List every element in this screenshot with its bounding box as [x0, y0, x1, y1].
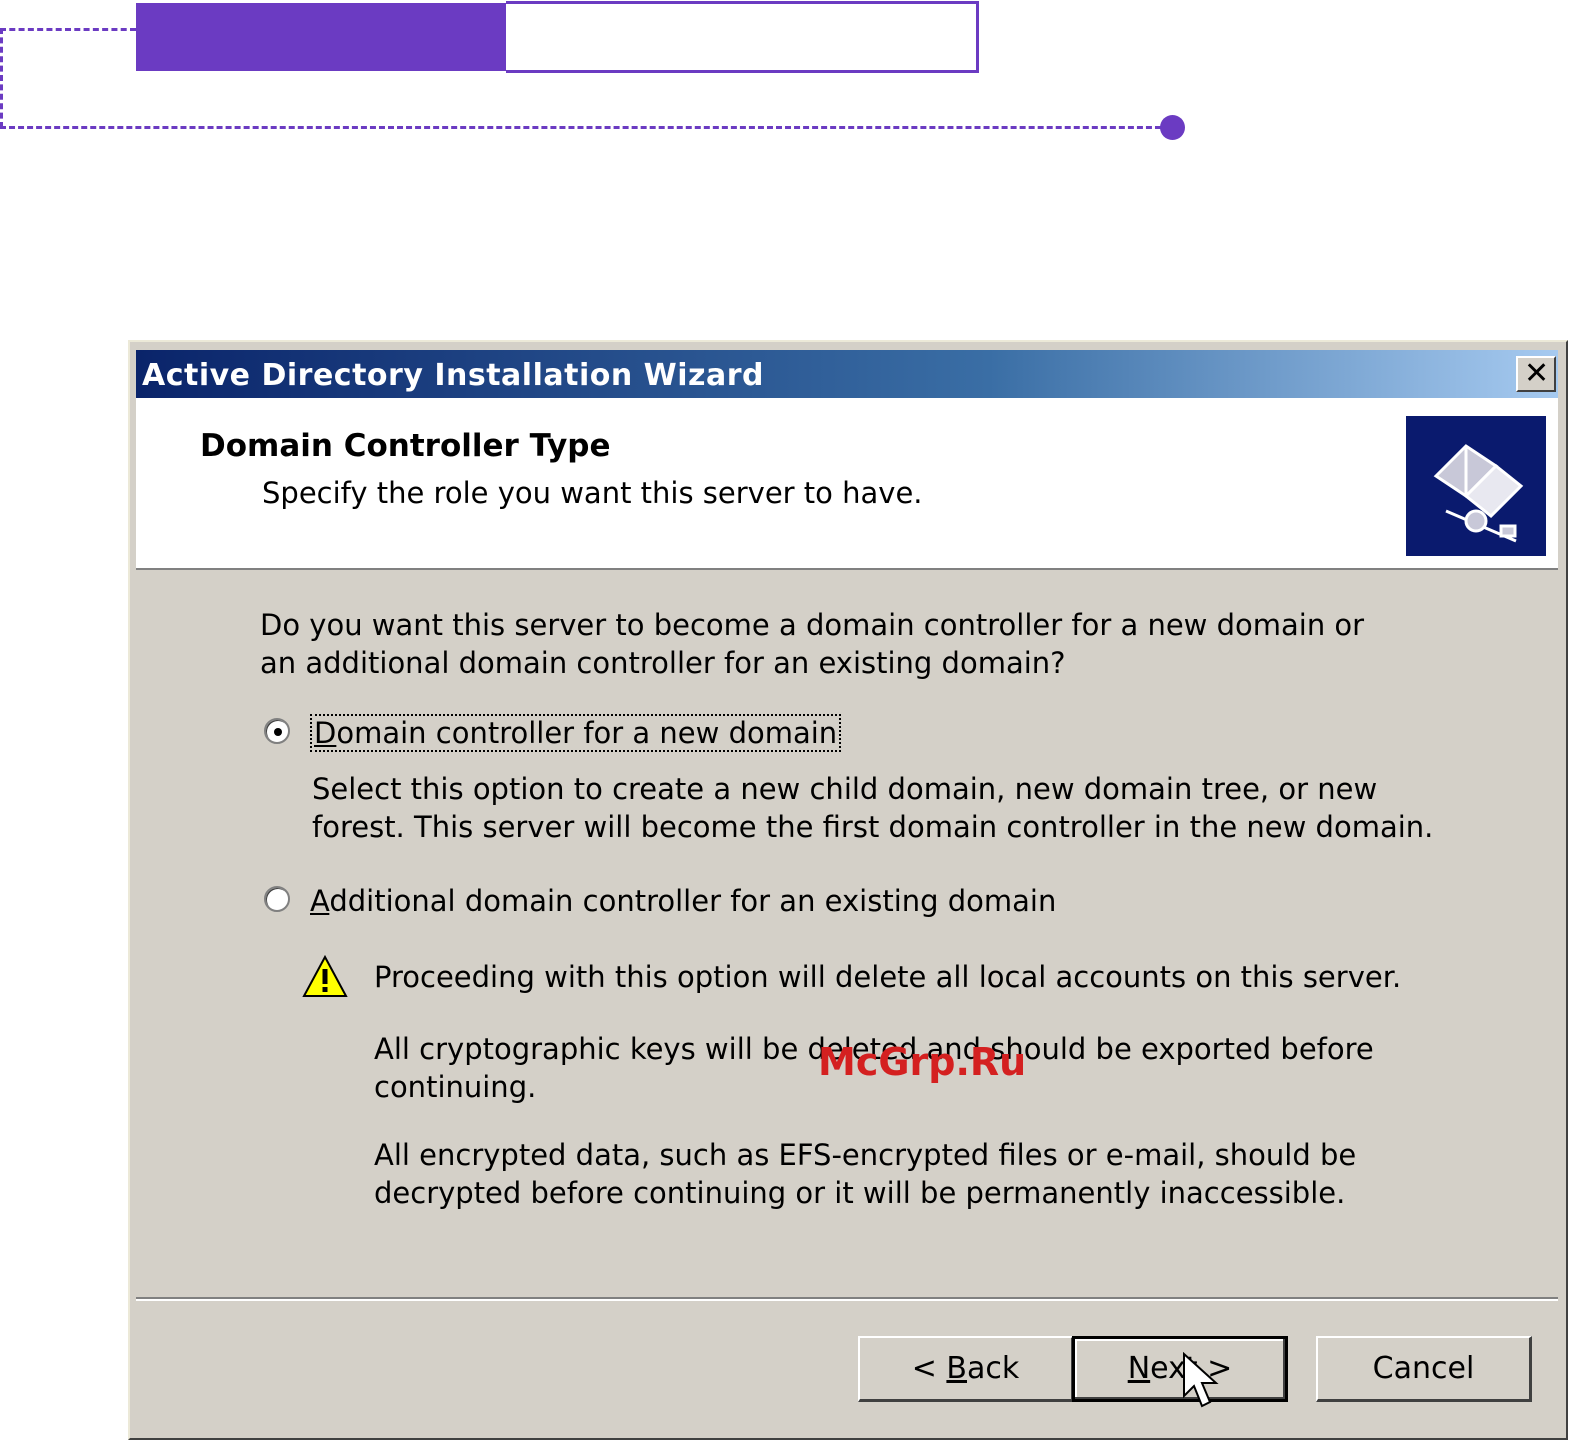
close-icon: ✕ — [1524, 356, 1550, 391]
warning-icon — [302, 954, 348, 1000]
warning-text-accounts: Proceeding with this option will delete … — [374, 960, 1402, 994]
back-button-prefix: < — [911, 1350, 947, 1386]
decorative-dashed-line-bottom — [0, 126, 1170, 129]
next-button-accesskey: N — [1127, 1351, 1151, 1386]
decorative-dashed-line-left — [0, 28, 3, 128]
option-existing-domain-text: dditional domain controller for an exist… — [329, 884, 1057, 918]
decorative-header-block — [136, 3, 506, 71]
option-new-domain-description: Select this option to create a new child… — [312, 772, 1434, 844]
title-bar[interactable]: Active Directory Installation Wizard ✕ — [136, 350, 1558, 398]
next-button[interactable]: Next > — [1072, 1336, 1288, 1402]
wizard-header: Domain Controller Type Specify the role … — [136, 398, 1558, 570]
option-existing-domain-accesskey: A — [310, 884, 330, 918]
decorative-dashed-line-top — [0, 28, 136, 31]
warning-text-encrypted-data: All encrypted data, such as EFS-encrypte… — [374, 1138, 1357, 1210]
close-button[interactable]: ✕ — [1516, 356, 1556, 392]
page-subtitle: Specify the role you want this server to… — [262, 476, 923, 510]
footer-separator — [136, 1297, 1558, 1301]
back-button-accesskey: B — [946, 1350, 967, 1386]
mouse-cursor-icon — [1182, 1351, 1222, 1412]
decorative-dot — [1160, 115, 1185, 140]
back-button-text: ack — [967, 1350, 1020, 1386]
option-new-domain-text: omain controller for a new domain — [336, 716, 838, 750]
cancel-button[interactable]: Cancel — [1316, 1336, 1532, 1402]
option-existing-domain-label[interactable]: Additional domain controller for an exis… — [310, 884, 1056, 918]
page-title: Domain Controller Type — [200, 428, 611, 464]
wizard-dialog: Active Directory Installation Wizard ✕ D… — [128, 340, 1568, 1440]
question-text: Do you want this server to become a doma… — [260, 608, 1365, 680]
window-title: Active Directory Installation Wizard — [142, 358, 764, 393]
option-new-domain-accesskey: D — [314, 716, 337, 750]
back-button[interactable]: < Back — [858, 1336, 1074, 1402]
watermark: McGrp.Ru — [818, 1040, 1027, 1084]
option-new-domain-label[interactable]: Domain controller for a new domain — [310, 714, 842, 752]
radio-new-domain[interactable] — [264, 718, 290, 744]
wizard-book-icon — [1406, 416, 1546, 556]
decorative-header-frame — [506, 1, 979, 73]
radio-existing-domain[interactable] — [264, 886, 290, 912]
